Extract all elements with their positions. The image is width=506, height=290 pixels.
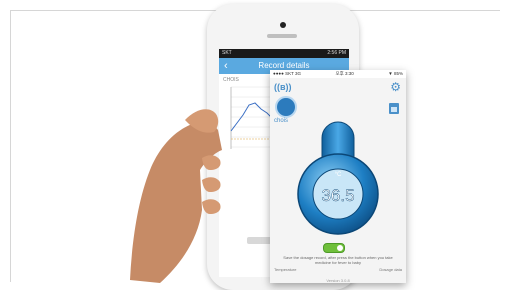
medicine-record-toggle[interactable] — [323, 243, 345, 253]
instruction-text: Save the dosage record, after press the … — [283, 255, 393, 265]
temperature-unit: °C — [335, 172, 342, 178]
clock-label: 2:56 PM — [327, 50, 346, 56]
thermometer-illustration: °C 36.5 — [297, 121, 379, 235]
temperature-value: 36.5 — [321, 186, 354, 205]
version-label: Version 3.0.8 — [326, 278, 350, 283]
hand-illustration — [130, 109, 222, 283]
dosage-label[interactable]: Dosage data — [379, 267, 402, 272]
front-phone-screen: ●●●● SKT 3G 오후 3:30 ▼ 85% ((ʙ)) ⚙ chois … — [270, 70, 406, 283]
summary-row: Temperature Dosage data — [274, 267, 402, 272]
camera-dot — [280, 22, 286, 28]
nav-title: Record details — [258, 61, 310, 70]
temperature-label[interactable]: Temperature — [274, 267, 296, 272]
earpiece — [267, 34, 297, 38]
status-bar: SKT 2:56 PM — [219, 49, 349, 58]
back-chevron-icon[interactable]: ‹ — [224, 58, 228, 74]
carrier-label: SKT — [222, 50, 232, 56]
